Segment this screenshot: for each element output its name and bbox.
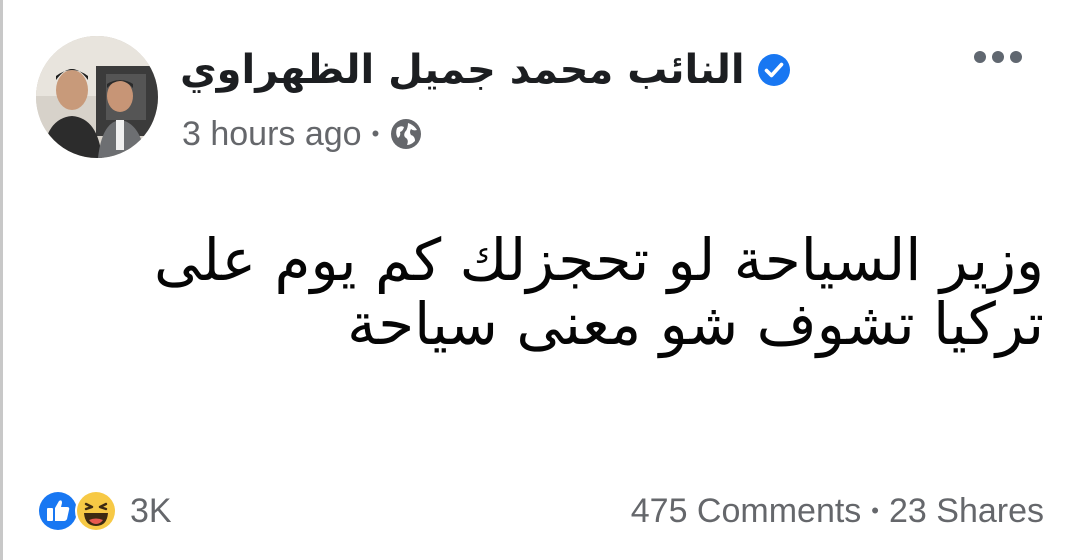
reactions-summary[interactable]: 3K: [36, 486, 172, 536]
post-border: [0, 0, 3, 560]
stats-separator: •: [871, 498, 879, 523]
timestamp[interactable]: 3 hours ago: [182, 115, 362, 154]
post-text-line: وزير السياحة لو تحجزلك كم يوم على: [153, 226, 1044, 294]
shares-count[interactable]: 23 Shares: [889, 492, 1044, 531]
post-text: وزير السياحة لو تحجزلك كم يوم على تركيا …: [64, 228, 1044, 356]
avatar-photo: [36, 36, 158, 158]
more-dot: [1010, 51, 1022, 63]
more-dot: [992, 51, 1004, 63]
post-meta: 3 hours ago •: [182, 112, 423, 156]
author-name[interactable]: النائب محمد جميل الظهراوي: [180, 42, 745, 98]
haha-icon: [74, 489, 118, 533]
post-text-line: تركيا تشوف شو معنى سياحة: [347, 290, 1044, 358]
reaction-count[interactable]: 3K: [130, 492, 172, 531]
verified-badge-icon: [757, 53, 791, 87]
facebook-post: النائب محمد جميل الظهراوي 3 hours ago • …: [0, 0, 1080, 560]
avatar[interactable]: [36, 36, 158, 158]
author-row: النائب محمد جميل الظهراوي: [180, 42, 791, 98]
globe-icon[interactable]: [389, 117, 423, 151]
comments-count[interactable]: 475 Comments: [631, 492, 862, 531]
more-dot: [974, 51, 986, 63]
engagement-stats: 475 Comments • 23 Shares: [631, 486, 1044, 536]
meta-separator: •: [371, 121, 380, 146]
more-options-icon[interactable]: [974, 46, 1026, 68]
